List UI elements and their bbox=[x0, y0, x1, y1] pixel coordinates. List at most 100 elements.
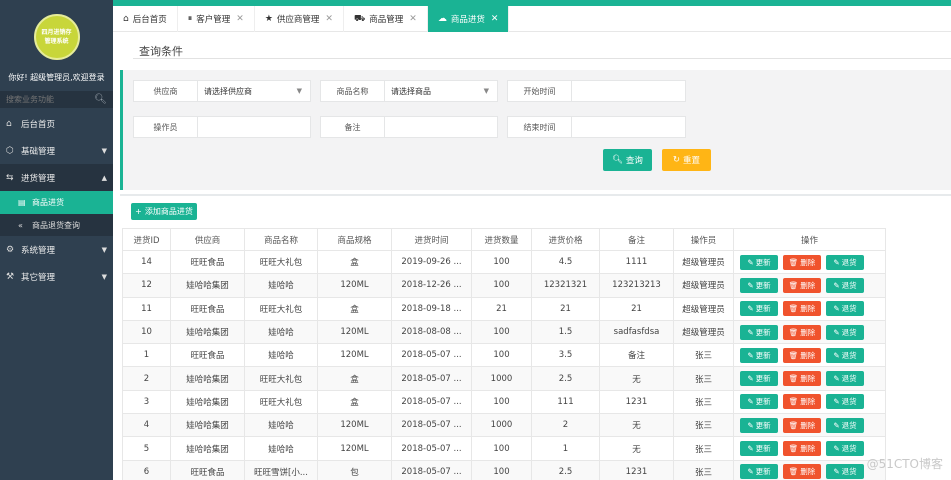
table-cell: 2018-12-26 ... bbox=[391, 273, 472, 298]
delete-button-label: 删除 bbox=[800, 420, 816, 430]
delete-button[interactable]: 🗑︎ 删除 bbox=[783, 301, 821, 317]
update-button[interactable]: ✎ 更新 bbox=[740, 441, 778, 457]
delete-button[interactable]: 🗑︎ 删除 bbox=[783, 464, 821, 480]
operator-input[interactable] bbox=[198, 117, 310, 137]
table-cell: 2018-05-07 ... bbox=[391, 459, 472, 480]
return-button[interactable]: ✎ 退货 bbox=[826, 347, 864, 363]
goods-select[interactable]: 商品名称 请选择商品 ▼ bbox=[320, 80, 498, 102]
sidebar-subitem-return-query[interactable]: « 商品退货查询 bbox=[0, 214, 113, 236]
column-header[interactable]: 商品名称 bbox=[244, 228, 318, 251]
sidebar-item-home[interactable]: ⌂ 后台首页 bbox=[0, 110, 113, 137]
cart-icon: ⛟ bbox=[353, 13, 366, 24]
return-button[interactable]: ✎ 退货 bbox=[826, 441, 864, 457]
table-row[interactable]: 2 娃哈哈集团 旺旺大礼包盒 2018-05-07 ... 1000 2.5 无张三 ✎ 更新 🗑… bbox=[122, 366, 886, 391]
update-button[interactable]: ✎ 更新 bbox=[740, 371, 778, 387]
delete-button[interactable]: 🗑︎ 删除 bbox=[783, 441, 821, 457]
update-button[interactable]: ✎ 更新 bbox=[740, 324, 778, 340]
search-input[interactable] bbox=[6, 95, 95, 104]
end-time-input[interactable] bbox=[572, 117, 685, 137]
tab-label: 后台首页 bbox=[132, 15, 167, 25]
update-button[interactable]: ✎ 更新 bbox=[740, 347, 778, 363]
delete-button[interactable]: 🗑︎ 删除 bbox=[783, 417, 821, 433]
start-time-input[interactable] bbox=[572, 81, 685, 101]
return-button[interactable]: ✎ 退货 bbox=[826, 464, 864, 480]
update-button[interactable]: ✎ 更新 bbox=[740, 464, 778, 480]
end-time-field[interactable]: 结束时间 bbox=[507, 116, 686, 138]
delete-button[interactable]: 🗑︎ 删除 bbox=[783, 254, 821, 270]
search-button[interactable]: 🔍︎ 查询 bbox=[603, 149, 652, 171]
update-button[interactable]: ✎ 更新 bbox=[740, 254, 778, 270]
sidebar-subitem-goods-purchase[interactable]: ▤ 商品进货 bbox=[0, 191, 113, 214]
column-header[interactable]: 备注 bbox=[599, 228, 674, 251]
tab-customer[interactable]: ⏸ 客户管理 ✕ bbox=[178, 6, 255, 32]
delete-button[interactable]: 🗑︎ 删除 bbox=[783, 371, 821, 387]
start-time-field[interactable]: 开始时间 bbox=[507, 80, 686, 102]
return-button[interactable]: ✎ 退货 bbox=[826, 301, 864, 317]
supplier-value[interactable]: 请选择供应商 ▼ bbox=[198, 81, 310, 101]
remark-field[interactable]: 备注 bbox=[320, 116, 498, 138]
logo-text: 四月进销存管理系统 bbox=[41, 29, 72, 45]
tab-home[interactable]: ⌂ 后台首页 bbox=[113, 6, 178, 32]
operator-field[interactable]: 操作员 bbox=[133, 116, 311, 138]
tab-goods[interactable]: ⛟ 商品管理 ✕ bbox=[344, 6, 428, 32]
pencil-icon: ✎ bbox=[747, 467, 754, 477]
return-button[interactable]: ✎ 退货 bbox=[826, 277, 864, 293]
column-header[interactable]: 供应商 bbox=[170, 228, 245, 251]
reset-button[interactable]: ↻ 重置 bbox=[662, 149, 711, 171]
add-purchase-button[interactable]: + 添加商品进货 bbox=[131, 203, 197, 220]
refresh-icon: ↻ bbox=[672, 155, 681, 165]
table-cell: 14 bbox=[122, 249, 171, 275]
search-icon[interactable]: 🔍︎ bbox=[94, 94, 107, 105]
sidebar-item-other[interactable]: ⚒ 其它管理 ▼ bbox=[0, 263, 113, 290]
pencil-icon: ✎ bbox=[833, 304, 840, 314]
update-button[interactable]: ✎ 更新 bbox=[740, 417, 778, 433]
close-icon[interactable]: ✕ bbox=[491, 14, 499, 24]
table-row[interactable]: 12 娃哈哈集团 娃哈哈 120ML 2018-12-26 ... 100 12321321… bbox=[122, 273, 886, 298]
delete-button[interactable]: 🗑︎ 删除 bbox=[783, 277, 821, 293]
return-button[interactable]: ✎ 退货 bbox=[826, 254, 864, 270]
column-header[interactable]: 商品规格 bbox=[317, 228, 392, 251]
pencil-icon: ✎ bbox=[747, 397, 754, 407]
table-row[interactable]: 6 旺旺食品 旺旺雪饼[小... 包 2018-05-07 ... 100 2.5 1231 张… bbox=[122, 459, 886, 480]
delete-button[interactable]: 🗑︎ 删除 bbox=[783, 347, 821, 363]
table-cell: 100 bbox=[471, 436, 532, 461]
table-cell: 超级管理员 bbox=[673, 273, 734, 298]
close-icon[interactable]: ✕ bbox=[409, 14, 417, 24]
table-row[interactable]: 4 娃哈哈集团 娃哈哈 120ML 2018-05-07 ... 1000 2 无张三 ✎ 更新 🗑… bbox=[122, 413, 886, 438]
return-button[interactable]: ✎ 退货 bbox=[826, 371, 864, 387]
table-row[interactable]: 11 旺旺食品 旺旺大礼包盒 2018-09-18 ... 21 21 21 超级管理员 ✎ 更新… bbox=[122, 296, 886, 321]
return-button[interactable]: ✎ 退货 bbox=[826, 417, 864, 433]
sidebar-item-system[interactable]: ⚙ 系统管理 ▼ bbox=[0, 236, 113, 263]
goods-value[interactable]: 请选择商品 ▼ bbox=[385, 81, 497, 101]
delete-button[interactable]: 🗑︎ 删除 bbox=[783, 324, 821, 340]
return-button[interactable]: ✎ 退货 bbox=[826, 324, 864, 340]
sidebar-search[interactable]: 🔍︎ bbox=[0, 91, 113, 108]
close-icon[interactable]: ✕ bbox=[236, 14, 244, 24]
close-icon[interactable]: ✕ bbox=[325, 14, 333, 24]
table-cell: 盒 bbox=[317, 366, 392, 391]
update-button[interactable]: ✎ 更新 bbox=[740, 394, 778, 410]
sidebar-item-purchase[interactable]: ⇆ 进货管理 ▲ bbox=[0, 164, 113, 191]
remark-input[interactable] bbox=[385, 117, 497, 137]
tab-goods-purchase[interactable]: ☁ 商品进货 ✕ bbox=[427, 6, 510, 32]
update-button[interactable]: ✎ 更新 bbox=[740, 301, 778, 317]
table-cell: 张三 bbox=[673, 343, 734, 368]
table-cell: 111 bbox=[531, 389, 600, 415]
table-row[interactable]: 14 旺旺食品 旺旺大礼包盒 2019-09-26 ... 100 4.5 1111 超级管理… bbox=[122, 249, 886, 275]
delete-button[interactable]: 🗑︎ 删除 bbox=[783, 394, 821, 410]
table-row[interactable]: 1 旺旺食品 娃哈哈 120ML 2018-05-07 ... 100 3.5 备注 张三 ✎ 更新… bbox=[122, 343, 886, 368]
sidebar-item-basic[interactable]: ⬡ 基础管理 ▼ bbox=[0, 137, 113, 164]
update-button[interactable]: ✎ 更新 bbox=[740, 277, 778, 293]
table-row[interactable]: 10 娃哈哈集团 娃哈哈 120ML 2018-08-08 ... 100 1.5 sadfa… bbox=[122, 319, 886, 345]
column-header[interactable]: 进货价格 bbox=[531, 228, 600, 251]
column-header[interactable]: 进货时间 bbox=[391, 228, 472, 251]
column-header[interactable]: 进货ID bbox=[122, 228, 171, 251]
return-button[interactable]: ✎ 退货 bbox=[826, 394, 864, 410]
pencil-icon: ✎ bbox=[833, 374, 840, 384]
tab-supplier[interactable]: ★ 供应商管理 ✕ bbox=[255, 6, 344, 32]
column-header[interactable]: 进货数量 bbox=[471, 228, 532, 251]
supplier-select[interactable]: 供应商 请选择供应商 ▼ bbox=[133, 80, 311, 102]
column-header[interactable]: 操作员 bbox=[673, 228, 734, 251]
table-row[interactable]: 3 娃哈哈集团 旺旺大礼包盒 2018-05-07 ... 100 111 1231 张三 ✎ 更… bbox=[122, 389, 886, 415]
table-row[interactable]: 5 娃哈哈集团 娃哈哈 120ML 2018-05-07 ... 100 1 无张三 ✎ 更新 🗑︎… bbox=[122, 436, 886, 461]
